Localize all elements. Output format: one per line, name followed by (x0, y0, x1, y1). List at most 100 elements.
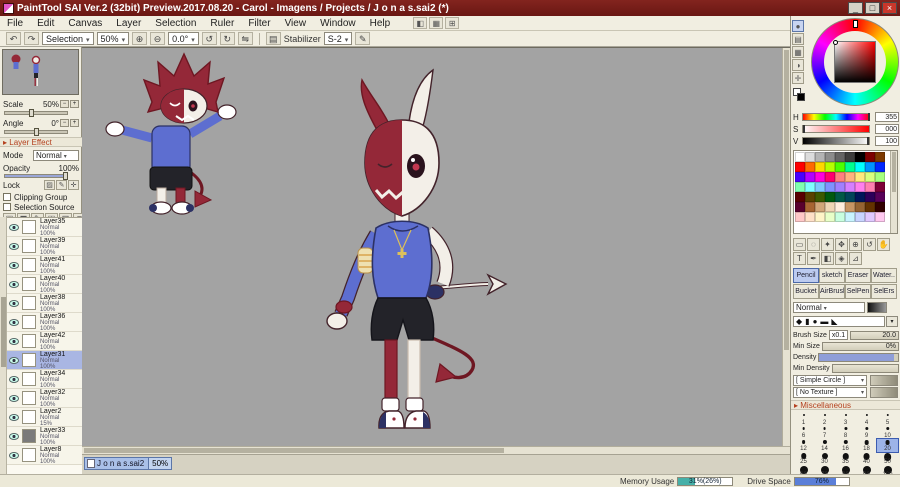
layer-row[interactable]: Layer32 Normal 100% (7, 389, 82, 408)
brush-size-unit-dropdown[interactable]: x0.1 (828, 330, 849, 340)
text-tool-icon[interactable]: T (793, 252, 806, 265)
tip-diamond-icon[interactable]: ◆ (796, 317, 802, 326)
brush-size-preset[interactable]: 18 (856, 439, 877, 452)
stabilizer-dropdown[interactable]: S-2 (323, 32, 353, 45)
rotate-view-icon[interactable]: ↺ (863, 238, 876, 251)
color-swatch[interactable] (845, 212, 855, 222)
angle-minus-button[interactable]: − (60, 119, 69, 127)
zoom-dropdown[interactable]: 50% (96, 32, 130, 45)
layer-row[interactable]: Layer39 Normal 100% (7, 237, 82, 256)
layer-visibility-icon[interactable] (9, 319, 19, 326)
color-swatch[interactable] (865, 202, 875, 212)
lasso-icon[interactable]: ◌ (807, 238, 820, 251)
color-swatch[interactable] (845, 152, 855, 162)
minimize-button[interactable]: _ (848, 2, 863, 14)
color-swatch[interactable] (875, 172, 885, 182)
scale-plus-button[interactable]: + (70, 100, 79, 108)
brush-tip-dropdown[interactable]: ▾ (886, 316, 898, 327)
menu-filter[interactable]: Filter (241, 18, 277, 29)
swatches-tab[interactable]: ▦ (792, 46, 804, 58)
brush-size-preset[interactable]: 2 (814, 413, 835, 426)
color-swatch[interactable] (795, 192, 805, 202)
color-swatch[interactable] (805, 182, 815, 192)
color-swatch[interactable] (875, 182, 885, 192)
color-swatch[interactable] (805, 202, 815, 212)
sv-square[interactable] (833, 40, 876, 83)
hue-slider[interactable] (802, 113, 870, 121)
brush-size-slider[interactable]: 20.0 (850, 330, 899, 340)
stabilizer-icon[interactable]: ▤ (265, 32, 281, 45)
brush-size-preset[interactable]: 25 (793, 452, 814, 465)
flip-horizontal-icon[interactable]: ⇋ (237, 32, 253, 45)
color-swatch[interactable] (795, 172, 805, 182)
close-button[interactable]: × (882, 2, 897, 14)
color-swatch[interactable] (825, 202, 835, 212)
menu-file[interactable]: File (0, 18, 30, 29)
layer-row[interactable]: Layer36 Normal 100% (7, 313, 82, 332)
brush-size-preset[interactable]: 8 (835, 426, 856, 439)
menu-view[interactable]: View (278, 18, 314, 29)
color-swatch[interactable] (845, 202, 855, 212)
color-swatch[interactable] (805, 152, 815, 162)
color-swatch[interactable] (835, 212, 845, 222)
color-swatch[interactable] (805, 212, 815, 222)
brush-size-preset[interactable]: 12 (793, 439, 814, 452)
color-swatch[interactable] (845, 192, 855, 202)
brush-size-preset[interactable]: 14 (814, 439, 835, 452)
tool-sketch[interactable]: sketch (819, 268, 845, 283)
rotate-ccw-icon[interactable]: ↺ (201, 32, 217, 45)
layer-visibility-icon[interactable] (9, 224, 19, 231)
layer-list-scrollbar[interactable] (0, 217, 7, 474)
color-swatch[interactable] (875, 202, 885, 212)
layer-visibility-icon[interactable] (9, 433, 19, 440)
layer-mode-dropdown[interactable]: Normal (33, 149, 79, 161)
brush-size-preset[interactable]: 10 (877, 426, 898, 439)
color-swatch[interactable] (835, 162, 845, 172)
layer-visibility-icon[interactable] (9, 281, 19, 288)
pan-hand-icon[interactable]: ✋ (877, 238, 890, 251)
color-wheel-tab[interactable]: ● (792, 20, 804, 32)
color-swatch[interactable] (875, 212, 885, 222)
maximize-button[interactable]: □ (865, 2, 880, 14)
color-swatch[interactable] (865, 162, 875, 172)
canvas-horizontal-scrollbar[interactable] (82, 446, 790, 454)
background-color-swatch[interactable] (797, 93, 805, 101)
rgb-slider-tab[interactable]: ▤ (792, 33, 804, 45)
lock-position-icon[interactable]: ✛ (68, 180, 79, 190)
tip-flat-icon[interactable]: ▮ (805, 317, 809, 326)
color-swatch[interactable] (865, 182, 875, 192)
brush-size-preset[interactable]: 20 (876, 438, 899, 453)
color-swatch[interactable] (845, 182, 855, 192)
color-swatch[interactable] (855, 152, 865, 162)
layer-effect-header[interactable]: ▸ Layer Effect (0, 137, 82, 147)
menu-canvas[interactable]: Canvas (61, 18, 109, 29)
brush-size-preset[interactable]: 50 (877, 452, 898, 465)
menu-help[interactable]: Help (363, 18, 398, 29)
selection-source-row[interactable]: Selection Source (3, 202, 79, 212)
brush-texture-dropdown[interactable]: [ No Texture ] (793, 387, 867, 398)
color-swatch[interactable] (795, 212, 805, 222)
min-size-slider[interactable]: 0% (821, 341, 899, 351)
brush-size-preset[interactable]: 1 (793, 413, 814, 426)
layer-visibility-icon[interactable] (9, 262, 19, 269)
saturation-value[interactable]: 000 (875, 124, 899, 134)
misc-header[interactable]: ▸ Miscellaneous (791, 400, 900, 410)
magic-wand-icon[interactable]: ✦ (821, 238, 834, 251)
pen-pressure-icon[interactable]: ✎ (355, 32, 371, 45)
shape-icon[interactable]: ◈ (835, 252, 848, 265)
fg-bg-colors[interactable] (793, 88, 806, 102)
brush-size-preset[interactable]: 4 (856, 413, 877, 426)
layer-visibility-icon[interactable] (9, 414, 19, 421)
color-swatch[interactable] (805, 162, 815, 172)
tool-bucket[interactable]: Bucket (793, 284, 819, 299)
color-swatch[interactable] (865, 172, 875, 182)
color-swatch[interactable] (865, 152, 875, 162)
color-swatch[interactable] (815, 162, 825, 172)
color-swatch[interactable] (875, 162, 885, 172)
color-swatch[interactable] (815, 202, 825, 212)
color-swatch[interactable] (815, 172, 825, 182)
color-swatch[interactable] (855, 192, 865, 202)
grid-toggle-icon[interactable]: ▦ (429, 17, 444, 29)
gradient-icon[interactable]: ◧ (821, 252, 834, 265)
brush-size-preset[interactable]: 3 (835, 413, 856, 426)
